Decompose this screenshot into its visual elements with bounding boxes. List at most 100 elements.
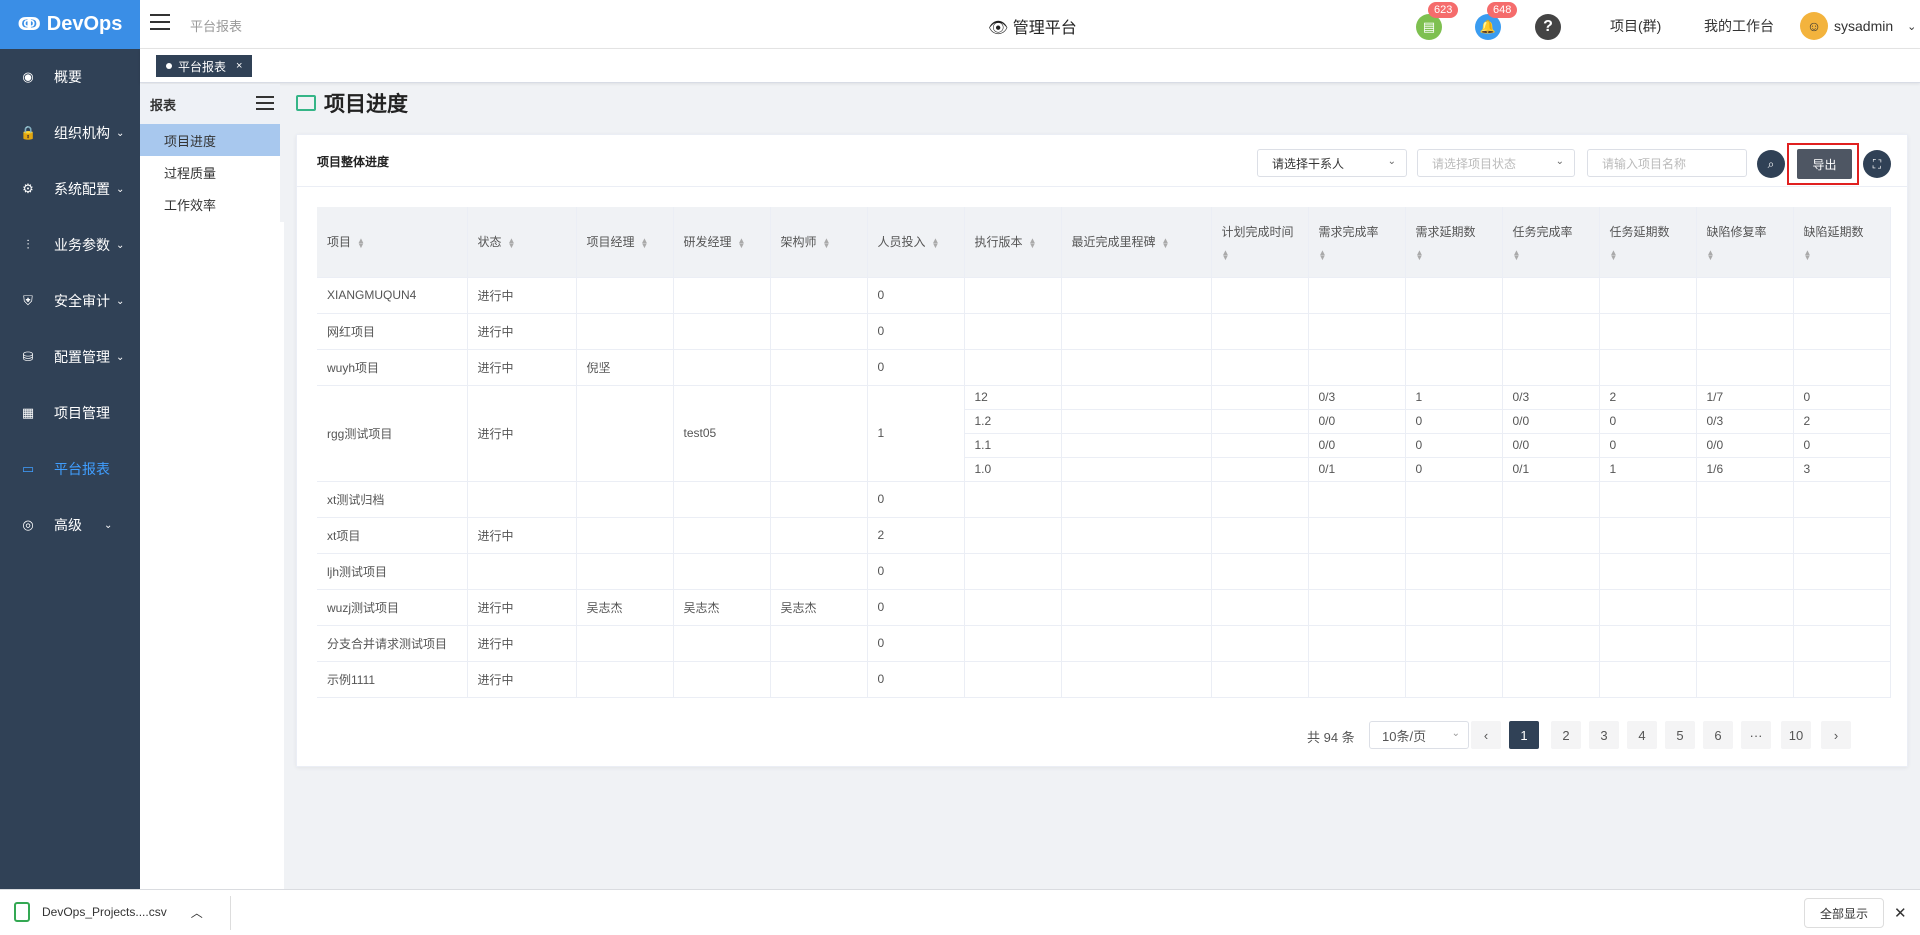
column-header[interactable]: 项目 ▲ ▼ xyxy=(317,207,468,278)
sort-icon[interactable]: ▲ ▼ xyxy=(1319,249,1327,262)
submenu-item-project-progress[interactable]: 项目进度 xyxy=(140,124,280,156)
workbench-link[interactable]: 我的工作台 xyxy=(1704,16,1774,36)
cell-architect xyxy=(770,553,868,590)
download-item[interactable]: DevOps_Projects....csv ︿ xyxy=(14,902,203,922)
column-header[interactable]: 执行版本 ▲ ▼ xyxy=(964,207,1062,278)
cell-version: 1.2 xyxy=(964,409,1062,434)
show-all-button[interactable]: 全部显示 xyxy=(1804,898,1884,928)
doc-badge: 623 xyxy=(1428,2,1459,18)
sort-icon[interactable]: ▲ ▼ xyxy=(641,237,649,250)
table-row: wuyh项目 进行中 倪坚 0 xyxy=(317,349,1891,386)
page-button[interactable]: 10 xyxy=(1781,721,1811,749)
column-header[interactable]: 人员投入 ▲ ▼ xyxy=(867,207,965,278)
document-notification-button[interactable]: ▤ 623 xyxy=(1416,2,1459,40)
sidebar-item-label: 概要 xyxy=(54,69,82,85)
sidebar-item-organization[interactable]: 🔒 组织机构 ⌄ xyxy=(0,105,140,161)
export-button[interactable]: 导出 xyxy=(1797,149,1852,179)
page-size-select[interactable]: 10条/页 ⌄ xyxy=(1369,721,1469,749)
search-button[interactable]: ⌕ xyxy=(1757,150,1785,178)
cell-empty xyxy=(1308,625,1406,662)
database-icon: ⛁ xyxy=(22,349,34,364)
bell-notification-button[interactable]: 🔔 648 xyxy=(1475,2,1518,40)
cell-empty xyxy=(1502,589,1600,626)
sort-icon[interactable]: ▲ ▼ xyxy=(1707,249,1715,262)
page-button[interactable]: 3 xyxy=(1589,721,1619,749)
collapse-menu-icon[interactable] xyxy=(256,96,274,114)
sort-icon[interactable]: ▲ ▼ xyxy=(1513,249,1521,262)
sort-icon[interactable]: ▲ ▼ xyxy=(1416,249,1424,262)
column-header[interactable]: 缺陷修复率 ▲ ▼ xyxy=(1696,207,1794,278)
page-button[interactable]: 4 xyxy=(1627,721,1657,749)
menu-toggle-icon[interactable] xyxy=(150,14,170,30)
sliders-icon: ⫶ xyxy=(26,237,30,252)
logo[interactable]: ↂ DevOps xyxy=(0,0,140,49)
cell-project: xt项目 xyxy=(317,517,468,554)
page-prev-button[interactable]: ‹ xyxy=(1471,721,1501,749)
page-button[interactable]: 6 xyxy=(1703,721,1733,749)
page-next-button[interactable]: › xyxy=(1821,721,1851,749)
fullscreen-button[interactable]: ⛶ xyxy=(1863,150,1891,178)
cell-empty xyxy=(1793,517,1891,554)
column-header[interactable]: 缺陷延期数 ▲ ▼ xyxy=(1793,207,1891,278)
sort-icon[interactable]: ▲ ▼ xyxy=(508,237,516,250)
logo-text: DevOps xyxy=(46,13,123,35)
stakeholder-select[interactable]: 请选择干系人 ⌄ xyxy=(1257,149,1407,177)
column-header[interactable]: 需求完成率 ▲ ▼ xyxy=(1308,207,1406,278)
sort-icon[interactable]: ▲ ▼ xyxy=(1804,249,1812,262)
column-header[interactable]: 任务延期数 ▲ ▼ xyxy=(1599,207,1697,278)
sidebar-item-label: 高级 xyxy=(54,517,82,533)
sidebar-item-project-management[interactable]: ▦ 项目管理 xyxy=(0,385,140,441)
sidebar-item-system-config[interactable]: ⚙ 系统配置 ⌄ xyxy=(0,161,140,217)
sort-icon[interactable]: ▲ ▼ xyxy=(357,237,365,250)
sort-icon[interactable]: ▲ ▼ xyxy=(1610,249,1618,262)
column-header[interactable]: 架构师 ▲ ▼ xyxy=(770,207,868,278)
page-button[interactable]: 1 xyxy=(1509,721,1539,749)
sort-icon[interactable]: ▲ ▼ xyxy=(932,237,940,250)
sidebar-item-config-management[interactable]: ⛁ 配置管理 ⌄ xyxy=(0,329,140,385)
submenu-item-process-quality[interactable]: 过程质量 xyxy=(140,156,280,188)
close-icon[interactable]: × xyxy=(236,60,242,72)
page-button[interactable]: 2 xyxy=(1551,721,1581,749)
column-header[interactable]: 项目经理 ▲ ▼ xyxy=(576,207,674,278)
column-header[interactable]: 计划完成时间 ▲ ▼ xyxy=(1211,207,1309,278)
column-header[interactable]: 任务完成率 ▲ ▼ xyxy=(1502,207,1600,278)
table-row: 网红项目 进行中 0 xyxy=(317,313,1891,350)
sort-icon[interactable]: ▲ ▼ xyxy=(1222,249,1230,262)
project-name-input[interactable]: 请输入项目名称 xyxy=(1587,149,1747,177)
sidebar-item-advanced[interactable]: ◎ 高级 ⌄ xyxy=(0,497,140,553)
column-header[interactable]: 研发经理 ▲ ▼ xyxy=(673,207,771,278)
projects-link[interactable]: 项目(群) xyxy=(1610,16,1661,36)
cell-empty xyxy=(1696,313,1794,350)
chevron-down-icon: ⌄ xyxy=(1555,156,1564,167)
cell-project-manager xyxy=(576,385,674,482)
chevron-down-icon: ⌄ xyxy=(116,239,125,251)
column-header[interactable]: 最近完成里程碑 ▲ ▼ xyxy=(1061,207,1212,278)
close-icon[interactable]: ✕ xyxy=(1894,904,1907,922)
chevron-up-icon[interactable]: ︿ xyxy=(191,904,203,921)
sidebar-item-overview[interactable]: ◉ 概要 xyxy=(0,49,140,105)
shield-icon: ⛨ xyxy=(23,293,33,308)
sort-icon[interactable]: ▲ ▼ xyxy=(1029,237,1037,250)
platform-title: 👁 管理平台 xyxy=(988,14,1077,38)
submenu-item-work-efficiency[interactable]: 工作效率 xyxy=(140,188,280,220)
column-header[interactable]: 状态 ▲ ▼ xyxy=(467,207,577,278)
sidebar-item-security-audit[interactable]: ⛨ 安全审计 ⌄ xyxy=(0,273,140,329)
column-header[interactable]: 需求延期数 ▲ ▼ xyxy=(1405,207,1503,278)
cell-task-delay: 1 xyxy=(1599,457,1697,482)
cell-empty xyxy=(1308,481,1406,518)
sort-icon[interactable]: ▲ ▼ xyxy=(738,237,746,250)
cell-rd-manager: test05 xyxy=(673,385,771,482)
help-button[interactable]: ? xyxy=(1535,14,1561,40)
sidebar-item-business-params[interactable]: ⫶ 业务参数 ⌄ xyxy=(0,217,140,273)
user-menu[interactable]: ☺ sysadmin ⌄ xyxy=(1800,12,1916,40)
sidebar-item-platform-reports[interactable]: ▭ 平台报表 xyxy=(0,441,140,497)
tab-platform-reports[interactable]: 平台报表 × xyxy=(156,55,253,77)
sort-icon[interactable]: ▲ ▼ xyxy=(823,237,831,250)
tab-label: 平台报表 xyxy=(178,59,227,74)
cell-rd-manager xyxy=(673,349,771,386)
project-status-select[interactable]: 请选择项目状态 ⌄ xyxy=(1417,149,1575,177)
cell-empty xyxy=(1599,553,1697,590)
page-button[interactable]: ··· xyxy=(1741,721,1771,749)
sort-icon[interactable]: ▲ ▼ xyxy=(1162,237,1170,250)
page-button[interactable]: 5 xyxy=(1665,721,1695,749)
